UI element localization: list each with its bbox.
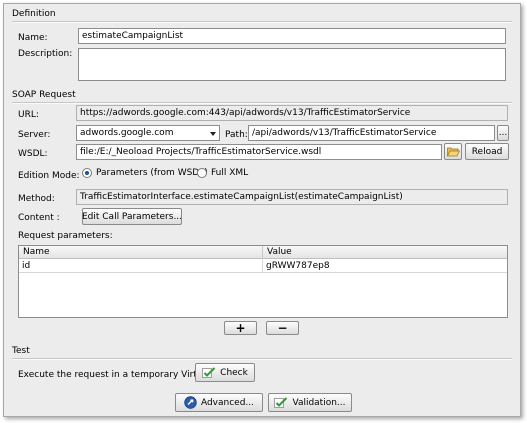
mode-parameters-radio[interactable]: Parameters (from WSDL) [82,168,208,178]
advanced-button[interactable]: Advanced... [175,393,263,412]
url-field: https://adwords.google.com:443/api/adwor… [76,105,508,121]
description-field[interactable] [78,48,506,81]
validation-button[interactable]: Validation... [268,393,352,412]
radio-selected-icon [82,168,92,178]
check-button-label: Check [220,367,248,378]
method-field: TrafficEstimatorInterface.estimateCampai… [76,189,508,205]
radio-unselected-icon [197,168,207,178]
request-parameters-label: Request parameters: [18,231,113,241]
edition-mode-label: Edition Mode: [18,171,80,181]
remove-row-button[interactable]: − [266,321,299,335]
add-row-button[interactable]: + [224,321,257,335]
name-label: Name: [18,33,48,43]
mode-parameters-label: Parameters (from WSDL) [96,168,208,178]
test-divider-highlight [12,359,512,360]
soap-divider-highlight [12,103,512,104]
definition-section-title: Definition [12,9,56,19]
advanced-settings-icon [184,396,197,409]
url-label: URL: [18,110,39,120]
check-button[interactable]: Check [195,363,255,382]
definition-divider-highlight [12,22,512,23]
soap-section-title: SOAP Request [12,90,76,100]
mode-full-xml-label: Full XML [211,168,249,178]
column-header-value[interactable]: Value [263,246,507,259]
path-label: Path: [225,130,248,140]
mode-full-xml-radio[interactable]: Full XML [197,168,248,178]
advanced-button-label: Advanced... [200,397,255,408]
wsdl-label: WSDL: [18,149,48,159]
content-label: Content : [18,213,60,223]
request-parameters-table: Name Value id gRWW787ep8 [18,245,508,318]
server-label: Server: [18,130,51,140]
name-field[interactable]: estimateCampaignList [78,28,506,44]
server-select[interactable]: adwords.google.com [76,125,220,141]
checkmark-icon [274,396,288,408]
reload-button[interactable]: Reload [465,143,509,160]
method-label: Method: [18,194,55,204]
checkmark-icon [202,366,216,378]
path-field[interactable]: /api/adwords/v13/TrafficEstimatorService [248,125,495,141]
wsdl-open-folder-button[interactable] [444,143,462,160]
wsdl-field[interactable]: file:/E:/_Neoload Projects/TrafficEstima… [76,144,442,160]
server-select-value: adwords.google.com [80,128,174,138]
edit-call-parameters-button[interactable]: Edit Call Parameters... [82,208,182,225]
folder-open-icon [446,147,460,157]
test-section-title: Test [12,346,30,356]
description-label: Description: [18,49,73,59]
validation-button-label: Validation... [292,397,346,408]
chevron-down-icon [210,132,216,136]
table-cell-name[interactable]: id [19,260,263,273]
path-browse-button[interactable]: ... [497,125,509,141]
column-header-name[interactable]: Name [19,246,263,259]
request-settings-panel: Definition Name: estimateCampaignList De… [3,3,521,417]
table-cell-value[interactable]: gRWW787ep8 [263,260,507,273]
